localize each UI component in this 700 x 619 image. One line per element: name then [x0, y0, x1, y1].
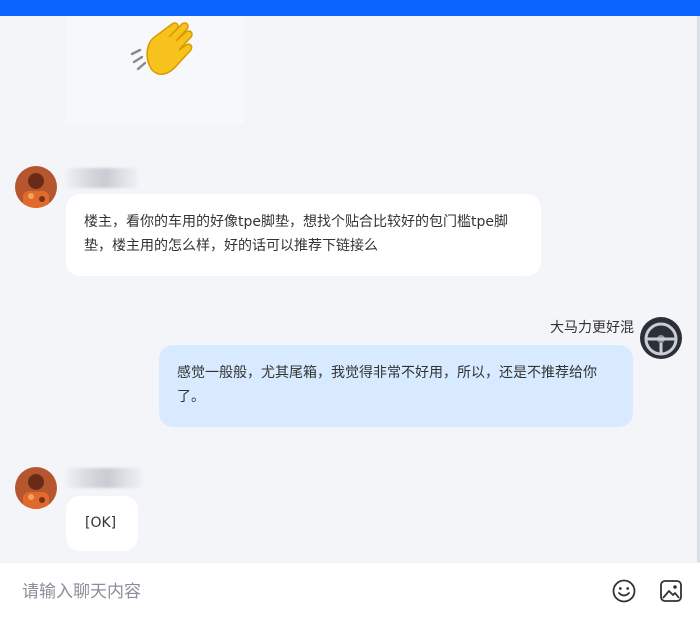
message-text: [OK]	[85, 515, 117, 531]
avatar[interactable]	[15, 467, 57, 509]
emoji-smile-icon[interactable]	[611, 578, 637, 604]
message-bubble: [OK]	[66, 496, 138, 551]
message-bubble: 感觉一般般，尤其尾箱，我觉得非常不好用，所以，还是不推荐给你了。	[159, 345, 633, 427]
sender-name: 大马力更好混	[550, 320, 634, 336]
chat-input[interactable]	[20, 577, 584, 607]
sticker-message	[66, 16, 244, 124]
image-upload-icon[interactable]	[658, 578, 684, 604]
top-bar	[0, 0, 700, 16]
sender-name-blurred	[66, 468, 142, 488]
user-avatar-image	[15, 467, 57, 509]
message-bubble: 楼主，看你的车用的好像tpe脚垫，想找个贴合比较好的包门槛tpe脚垫，楼主用的怎…	[66, 194, 541, 276]
avatar[interactable]	[15, 166, 57, 208]
user-avatar-image	[15, 166, 57, 208]
message-composer	[0, 562, 700, 619]
waving-hand-icon	[130, 22, 193, 75]
message-text: 感觉一般般，尤其尾箱，我觉得非常不好用，所以，还是不推荐给你了。	[177, 365, 597, 405]
message-text: 楼主，看你的车用的好像tpe脚垫，想找个贴合比较好的包门槛tpe脚垫，楼主用的怎…	[84, 214, 508, 254]
user-avatar-image	[640, 317, 682, 359]
sender-name-blurred	[66, 168, 138, 188]
avatar[interactable]	[640, 317, 682, 359]
